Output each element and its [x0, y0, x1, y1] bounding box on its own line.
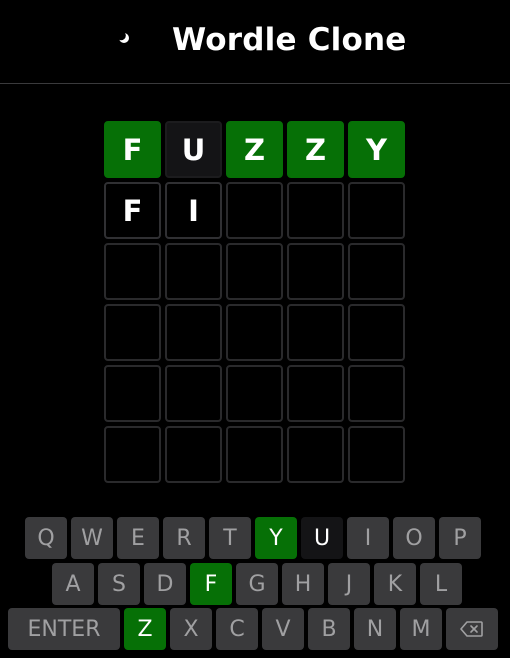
board-tile — [226, 426, 283, 483]
page-title: Wordle Clone — [172, 22, 407, 58]
board-tile — [287, 243, 344, 300]
board-tile — [348, 426, 405, 483]
board-tile: Z — [226, 121, 283, 178]
key-enter[interactable]: ENTER — [8, 608, 120, 650]
key-g[interactable]: G — [236, 563, 278, 605]
key-s[interactable]: S — [98, 563, 140, 605]
key-q[interactable]: Q — [25, 517, 67, 559]
board-tile — [104, 304, 161, 361]
key-p[interactable]: P — [439, 517, 481, 559]
board-tile — [165, 365, 222, 422]
board-tile — [226, 243, 283, 300]
wordle-app: Wordle Clone FUZZYFI QWERTYUIOP ASDFGHJK… — [0, 0, 510, 658]
keyboard-row-3: ENTER Z X C V B N M — [8, 608, 498, 650]
board-tile: I — [165, 182, 222, 239]
key-l[interactable]: L — [420, 563, 462, 605]
app-header: Wordle Clone — [0, 0, 510, 84]
game-board: FUZZYFI — [104, 121, 405, 483]
key-i[interactable]: I — [347, 517, 389, 559]
board-tile: U — [165, 121, 222, 178]
key-c[interactable]: C — [216, 608, 258, 650]
key-d[interactable]: D — [144, 563, 186, 605]
board-tile: F — [104, 121, 161, 178]
key-j[interactable]: J — [328, 563, 370, 605]
key-z[interactable]: Z — [124, 608, 166, 650]
key-e[interactable]: E — [117, 517, 159, 559]
board-tile: F — [104, 182, 161, 239]
key-v[interactable]: V — [262, 608, 304, 650]
board-tile: Y — [348, 121, 405, 178]
key-w[interactable]: W — [71, 517, 113, 559]
key-r[interactable]: R — [163, 517, 205, 559]
board-tile — [348, 182, 405, 239]
board-tile — [287, 426, 344, 483]
board-tile — [165, 426, 222, 483]
key-o[interactable]: O — [393, 517, 435, 559]
key-t[interactable]: T — [209, 517, 251, 559]
board-tile — [104, 365, 161, 422]
key-u[interactable]: U — [301, 517, 343, 559]
board-tile: Z — [287, 121, 344, 178]
theme-toggle-button[interactable] — [114, 28, 134, 48]
board-tile — [287, 304, 344, 361]
key-y[interactable]: Y — [255, 517, 297, 559]
keyboard-row-2: ASDFGHJKL — [52, 563, 462, 605]
key-a[interactable]: A — [52, 563, 94, 605]
key-x[interactable]: X — [170, 608, 212, 650]
key-n[interactable]: N — [354, 608, 396, 650]
board-tile — [348, 243, 405, 300]
board-tile — [226, 304, 283, 361]
board-tile — [226, 365, 283, 422]
key-backspace[interactable] — [446, 608, 498, 650]
board-tile — [104, 243, 161, 300]
moon-icon — [116, 31, 129, 43]
board-tile — [165, 243, 222, 300]
key-m[interactable]: M — [400, 608, 442, 650]
board-tile — [104, 426, 161, 483]
backspace-icon — [460, 621, 483, 637]
board-tile — [226, 182, 283, 239]
board-tile — [287, 182, 344, 239]
key-h[interactable]: H — [282, 563, 324, 605]
key-k[interactable]: K — [374, 563, 416, 605]
keyboard-row-1: QWERTYUIOP — [25, 517, 481, 559]
key-b[interactable]: B — [308, 608, 350, 650]
board-tile — [348, 304, 405, 361]
board-tile — [165, 304, 222, 361]
board-tile — [287, 365, 344, 422]
key-f[interactable]: F — [190, 563, 232, 605]
board-tile — [348, 365, 405, 422]
